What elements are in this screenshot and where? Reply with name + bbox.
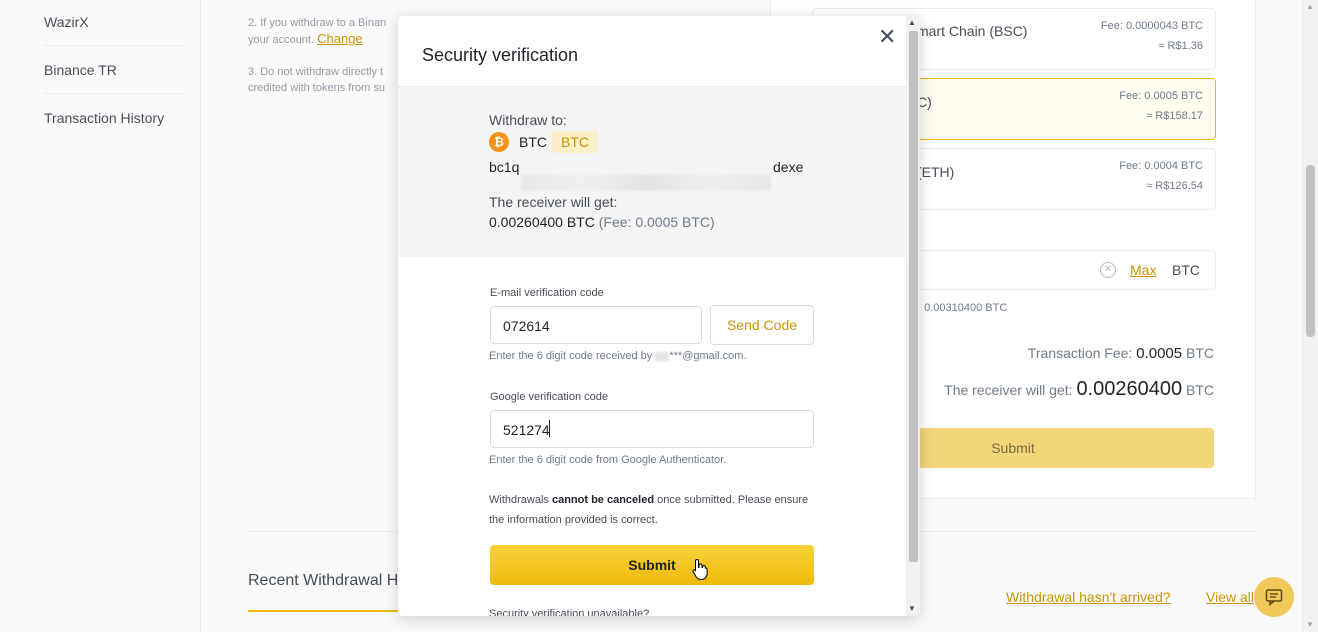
- withdraw-to-label: Withdraw to:: [489, 112, 567, 128]
- receiver-label: The receiver will get:: [944, 382, 1073, 398]
- network-fee: Fee: 0.0004 BTC ≈ R$126.54: [1119, 156, 1203, 196]
- bitcoin-icon: ₿: [489, 132, 509, 152]
- send-code-button[interactable]: Send Code: [710, 305, 814, 345]
- network-name: mart Chain (BSC): [917, 23, 1028, 39]
- network-fee-approx: ≈ R$1.36: [1158, 40, 1203, 52]
- scroll-up-arrow-icon[interactable]: ▲: [1306, 2, 1314, 11]
- modal-title: Security verification: [422, 45, 579, 65]
- transaction-fee-value: 0.0005: [1136, 345, 1183, 362]
- receiver-amount: 0.00260400 BTC (Fee: 0.0005 BTC): [489, 214, 715, 230]
- change-link[interactable]: Change: [317, 31, 363, 46]
- network-fee-value: Fee: 0.0000043 BTC: [1100, 20, 1203, 32]
- email-code-hint: Enter the 6 digit code received by ***@g…: [489, 350, 747, 362]
- receiver-value: 0.00260400: [1076, 378, 1183, 400]
- recent-withdrawal-history-title: Recent Withdrawal H: [248, 572, 399, 589]
- sidebar-item-transaction-history[interactable]: Transaction History: [44, 110, 184, 126]
- tip-2-line-1: 2. If you withdraw to a Binan: [248, 17, 387, 29]
- network-fee: Fee: 0.0000043 BTC ≈ R$1.36: [1101, 16, 1203, 56]
- warning-prefix: Withdrawals: [489, 494, 549, 506]
- address-suffix: dexe: [773, 159, 804, 175]
- clear-icon[interactable]: ✕: [1100, 262, 1116, 278]
- network-fee-value: Fee: 0.0005 BTC: [1119, 90, 1203, 102]
- network-fee-approx: ≈ R$158.17: [1146, 110, 1203, 122]
- warning-bold: cannot be canceled: [551, 494, 655, 506]
- security-verification-modal: Security verification ✕ Withdraw to: ₿ B…: [398, 16, 920, 616]
- hand-cursor-icon: [692, 558, 708, 580]
- tip-2-line-2: your account.: [248, 34, 315, 46]
- transaction-fee-unit: BTC: [1186, 345, 1214, 361]
- receiver-will-get-label: The receiver will get:: [489, 194, 618, 210]
- sidebar-item-binance-tr[interactable]: Binance TR: [44, 62, 184, 78]
- email-hint-prefix: Enter the 6 digit code received by: [489, 350, 653, 362]
- chat-support-button[interactable]: [1254, 577, 1294, 617]
- google-code-label: Google verification code: [490, 391, 609, 403]
- amount-unit: BTC: [1172, 262, 1200, 278]
- chat-icon: [1265, 589, 1283, 606]
- scroll-up-arrow-icon[interactable]: ▲: [908, 18, 916, 27]
- view-all-link[interactable]: View all: [1206, 589, 1254, 605]
- tip-3-line-1: 3. Do not withdraw directly t: [248, 66, 384, 78]
- email-code-input[interactable]: 072614: [490, 306, 702, 344]
- google-code-input[interactable]: 521274: [490, 410, 814, 448]
- tip-2: 2. If you withdraw to a Binan your accou…: [248, 15, 386, 48]
- scroll-down-arrow-icon[interactable]: ▼: [1306, 620, 1314, 629]
- receiver-unit: BTC: [1186, 382, 1214, 398]
- withdrawal-warning: Withdrawals cannot be canceled once subm…: [489, 490, 819, 530]
- submit-button[interactable]: Submit: [490, 545, 814, 585]
- network-name: (ETH): [917, 164, 955, 180]
- receiver-amount: The receiver will get: 0.00260400 BTC: [944, 378, 1214, 401]
- transaction-fee: Transaction Fee: 0.0005 BTC: [1028, 345, 1214, 362]
- tip-3: 3. Do not withdraw directly t credited w…: [248, 64, 385, 96]
- modal-header: Security verification ✕: [398, 16, 906, 87]
- security-unavailable-link[interactable]: Security verification unavailable?: [489, 608, 649, 616]
- close-icon[interactable]: ✕: [878, 24, 896, 50]
- google-code-hint: Enter the 6 digit code from Google Authe…: [489, 454, 727, 466]
- network-fee: Fee: 0.0005 BTC ≈ R$158.17: [1119, 86, 1203, 126]
- address-prefix: bc1q: [489, 159, 520, 175]
- text-caret: [549, 420, 550, 437]
- receiver-fee: (Fee: 0.0005 BTC): [598, 214, 715, 230]
- tip-3-line-2: credited with tokens from su: [248, 82, 385, 94]
- sidebar-divider: [44, 93, 184, 94]
- tab-underline: [248, 610, 398, 612]
- scroll-down-arrow-icon[interactable]: ▼: [908, 604, 916, 613]
- coin-network-badge: BTC: [552, 131, 598, 153]
- max-button[interactable]: Max: [1130, 262, 1156, 278]
- address-redacted: [521, 175, 771, 191]
- withdrawal-not-arrived-link[interactable]: Withdrawal hasn't arrived?: [1006, 589, 1171, 605]
- coin-name: BTC: [519, 134, 547, 150]
- network-fee-value: Fee: 0.0004 BTC: [1119, 160, 1203, 172]
- page-scrollbar-thumb[interactable]: [1306, 165, 1315, 337]
- email-code-label: E-mail verification code: [490, 287, 604, 299]
- email-hint-suffix: ***@gmail.com.: [669, 350, 747, 362]
- sidebar-item-wazirx[interactable]: WazirX: [44, 14, 184, 30]
- modal-scrollbar-thumb[interactable]: [909, 31, 918, 562]
- sidebar-divider: [44, 45, 184, 46]
- left-sidebar: WazirX Binance TR Transaction History: [0, 0, 201, 632]
- available-balance: : 0.00310400 BTC: [918, 302, 1008, 314]
- withdraw-summary: [398, 87, 906, 257]
- transaction-fee-label: Transaction Fee:: [1027, 345, 1133, 361]
- email-redacted: [655, 351, 670, 361]
- network-fee-approx: ≈ R$126.54: [1146, 180, 1203, 192]
- receiver-amount-value: 0.00260400 BTC: [489, 214, 595, 230]
